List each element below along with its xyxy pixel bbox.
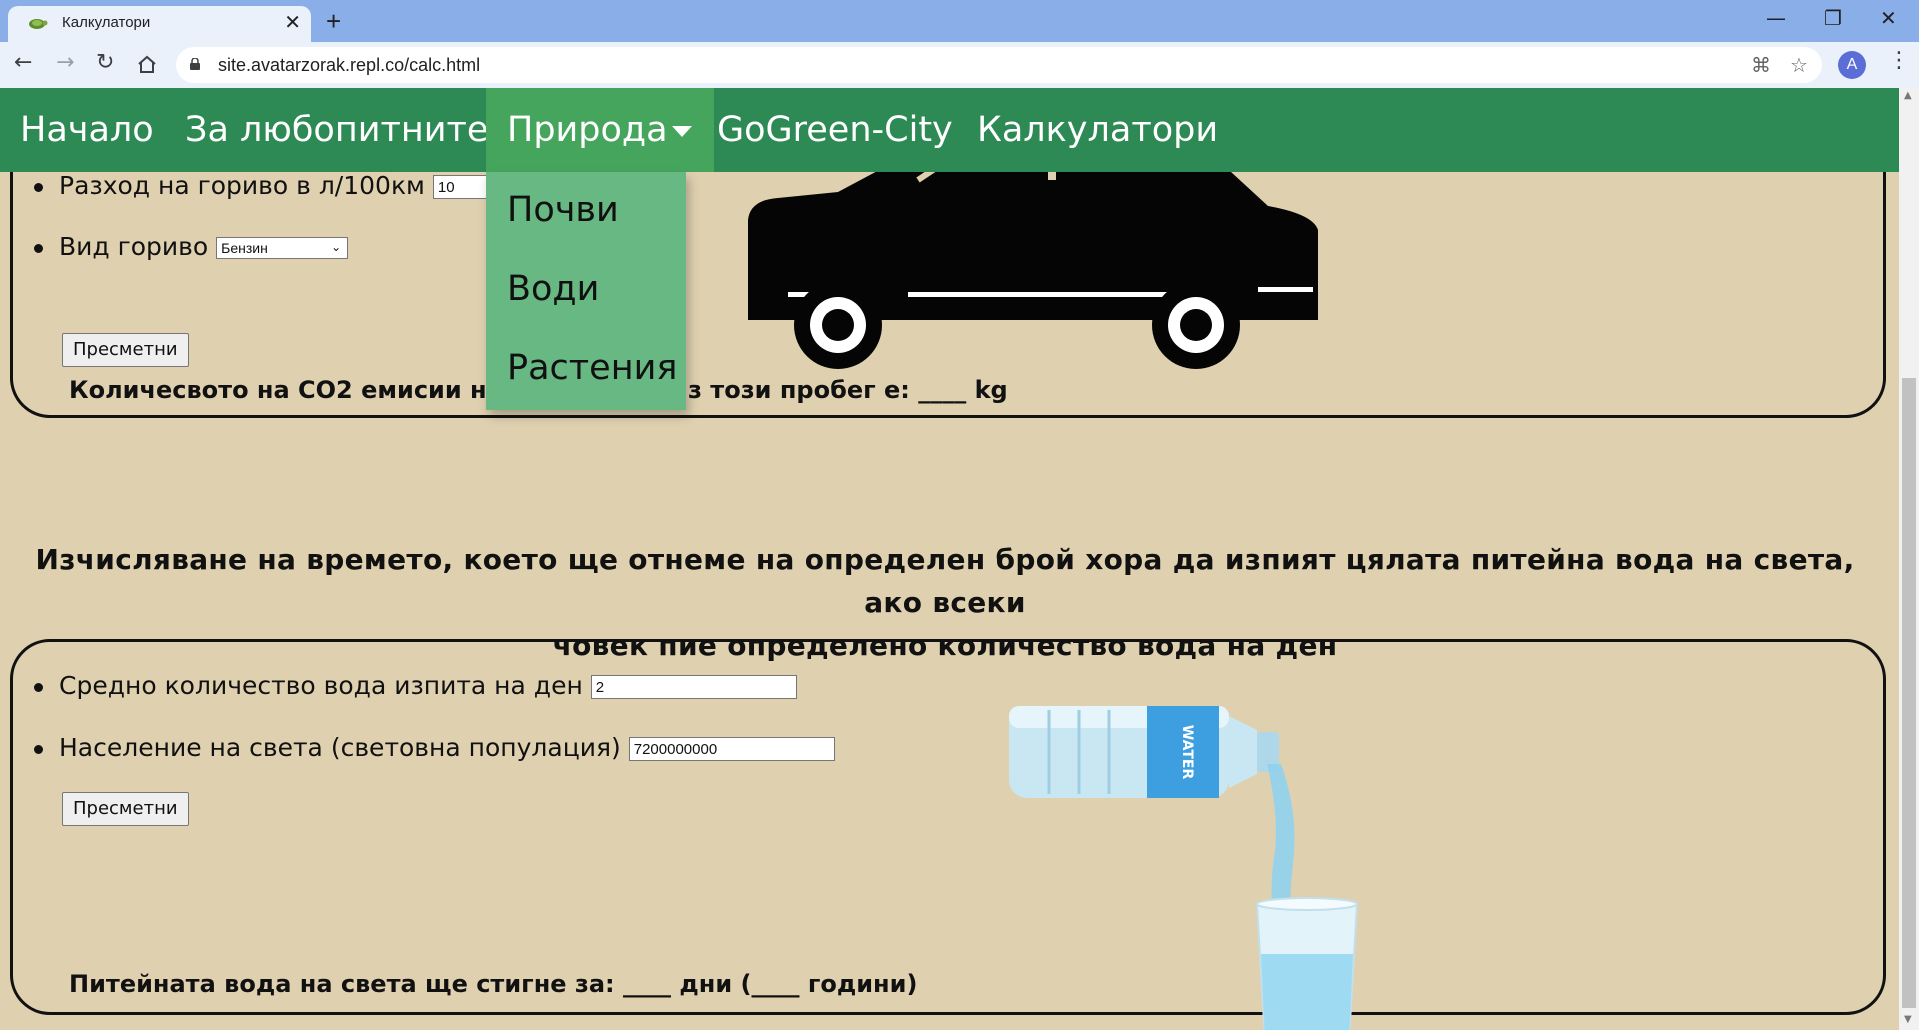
- bottle-label: WATER: [1179, 725, 1195, 780]
- bullet: [34, 744, 43, 754]
- tab-close-icon[interactable]: ✕: [284, 10, 301, 35]
- nature-dropdown-menu: Почви Води Растения: [486, 172, 686, 410]
- forward-icon[interactable]: →: [56, 50, 74, 75]
- nav-gogreen-city[interactable]: GoGreen-City: [717, 88, 953, 172]
- translate-icon[interactable]: ⌘: [1751, 53, 1771, 77]
- address-bar[interactable]: site.avatarzorak.repl.co/calc.html ⌘ ☆: [176, 47, 1822, 83]
- kebab-menu-icon[interactable]: ⋮: [1888, 48, 1910, 73]
- water-bottle-image: WATER: [1009, 706, 1359, 1030]
- page-viewport: Начало За любопитните Природа GoGreen-Ci…: [0, 88, 1899, 1030]
- bookmark-star-icon[interactable]: ☆: [1790, 53, 1808, 77]
- water-result: Питейната вода на света ще стигне за: __…: [69, 970, 918, 998]
- fuel-consumption-label: Разход на гориво в л/100км: [59, 171, 425, 200]
- daily-water-label: Средно количество вода изпита на ден: [59, 671, 583, 700]
- co2-result-left: Количесвото на CO2 емисии на в: [69, 376, 527, 404]
- select-chevron-icon: ⌄: [331, 240, 342, 254]
- daily-water-item: Средно количество вода изпита на ден 2: [34, 671, 797, 700]
- fuel-type-item: Вид гориво Бензин ⌄: [34, 232, 349, 261]
- heading-line-1: Изчисляване на времето, което ще отнеме …: [35, 543, 1855, 619]
- dropdown-item-waters[interactable]: Води: [507, 269, 599, 309]
- nav-home[interactable]: Начало: [20, 88, 154, 172]
- dropdown-item-plants[interactable]: Растения: [507, 348, 677, 388]
- url-text: site.avatarzorak.repl.co/calc.html: [218, 55, 481, 75]
- fuel-consumption-item: Разход на гориво в л/100км 10: [34, 171, 523, 200]
- turtle-favicon-icon: [29, 19, 48, 29]
- home-icon[interactable]: [136, 54, 158, 74]
- reload-icon[interactable]: ↻: [96, 50, 114, 75]
- restore-icon[interactable]: ❐: [1824, 6, 1842, 30]
- fuel-type-selected: Бензин: [221, 240, 268, 256]
- nav-calculators[interactable]: Калкулатори: [977, 88, 1218, 172]
- nav-curious[interactable]: За любопитните: [185, 88, 488, 172]
- site-navbar: Начало За любопитните Природа GoGreen-Ci…: [0, 88, 1899, 172]
- profile-avatar[interactable]: A: [1838, 51, 1866, 79]
- bullet: [34, 182, 43, 192]
- back-icon[interactable]: ←: [14, 50, 32, 75]
- page-scrollbar[interactable]: ▲ ▼: [1899, 88, 1919, 1030]
- co2-calculate-button[interactable]: Пресметни: [62, 333, 189, 367]
- scroll-down-icon[interactable]: ▼: [1904, 1014, 1912, 1025]
- caret-down-icon: [671, 125, 692, 137]
- water-calculate-button[interactable]: Пресметни: [62, 792, 189, 826]
- browser-toolbar: ← → ↻ site.avatarzorak.repl.co/calc.html…: [0, 42, 1919, 89]
- tab-title: Калкулатори: [62, 14, 151, 31]
- daily-water-input[interactable]: 2: [590, 675, 797, 699]
- car-image: [748, 170, 1318, 369]
- minimize-icon[interactable]: —: [1766, 6, 1786, 30]
- scrollbar-thumb[interactable]: [1902, 378, 1916, 1008]
- window-close-icon[interactable]: ✕: [1880, 6, 1897, 30]
- dropdown-item-soils[interactable]: Почви: [507, 190, 619, 230]
- browser-tab[interactable]: Калкулатори ✕: [8, 6, 311, 42]
- population-item: Население на света (световна популация) …: [34, 733, 835, 762]
- new-tab-icon[interactable]: +: [326, 6, 341, 37]
- lock-icon: [190, 58, 200, 70]
- nav-nature[interactable]: Природа: [486, 88, 714, 172]
- population-input[interactable]: 7200000000: [628, 737, 835, 761]
- bullet: [34, 243, 43, 253]
- bullet: [34, 682, 43, 692]
- fuel-type-label: Вид гориво: [59, 232, 209, 261]
- nav-nature-label: Природа: [507, 110, 668, 150]
- scroll-up-icon[interactable]: ▲: [1904, 90, 1912, 101]
- population-label: Население на света (световна популация): [59, 733, 621, 762]
- browser-tab-strip: Калкулатори ✕ + — ❐ ✕: [0, 0, 1919, 42]
- fuel-type-select[interactable]: Бензин ⌄: [216, 237, 349, 259]
